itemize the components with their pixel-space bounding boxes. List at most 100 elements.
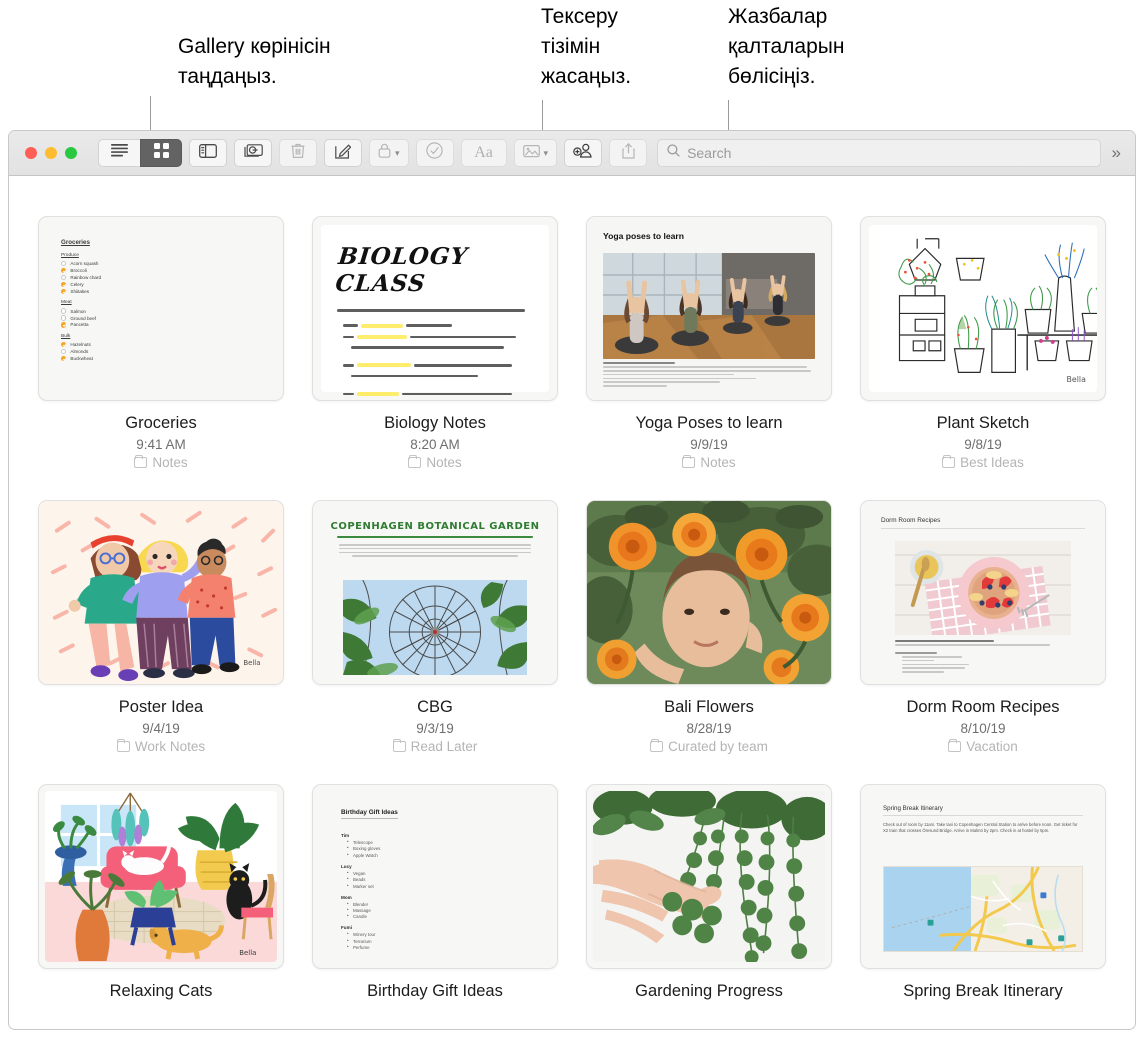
note-card[interactable]: Bella Plant Sketch 9/8/19 Best Ideas bbox=[851, 216, 1115, 470]
note-date: 8/28/19 bbox=[686, 721, 732, 736]
checkbox-icon bbox=[61, 308, 67, 314]
dorm-heading: Dorm Room Recipes bbox=[881, 517, 941, 524]
note-date: 9/8/19 bbox=[964, 437, 1002, 452]
note-title: Poster Idea bbox=[118, 698, 204, 716]
share-folder-button[interactable] bbox=[564, 139, 603, 167]
note-thumbnail-groceries[interactable]: Groceries Produce Acorn squash Broccoli … bbox=[38, 216, 284, 401]
delete-button[interactable] bbox=[279, 139, 317, 167]
itinerary-body: Check out of room by 11am. Take taxi to … bbox=[883, 822, 1078, 834]
svg-text:Bella: Bella bbox=[239, 949, 256, 957]
cbg-page: COPENHAGEN BOTANICAL GARDEN bbox=[313, 501, 557, 684]
gift-item: Telescope bbox=[347, 839, 557, 845]
lock-button[interactable]: ▾ bbox=[369, 139, 409, 167]
minimize-button[interactable] bbox=[45, 147, 57, 159]
dorm-page: Dorm Room Recipes bbox=[861, 501, 1105, 684]
checkbox-icon bbox=[61, 348, 67, 355]
note-title: Biology Notes bbox=[384, 414, 486, 432]
add-person-icon bbox=[573, 143, 593, 163]
note-card[interactable]: Gardening Progress bbox=[577, 784, 841, 1002]
view-mode-segmented-control bbox=[98, 139, 182, 167]
note-title: Yoga Poses to learn bbox=[635, 414, 783, 432]
checklist-item: Rainbow chard bbox=[61, 274, 283, 281]
note-thumbnail-spring-break[interactable]: Spring Break Itinerary Check out of room… bbox=[860, 784, 1106, 969]
note-folder: Read Later bbox=[392, 738, 477, 754]
media-button[interactable]: ▾ bbox=[513, 139, 558, 167]
note-thumbnail-plant-sketch[interactable]: Bella bbox=[860, 216, 1106, 401]
folder-icon bbox=[650, 738, 664, 752]
window-toolbar: ▾ Aa ▾ Search » bbox=[9, 131, 1135, 176]
checkbox-checked-icon bbox=[61, 281, 67, 288]
note-folder: Curated by team bbox=[650, 738, 768, 754]
note-thumbnail-yoga[interactable]: Yoga poses to learn bbox=[586, 216, 832, 401]
callout-text-checklist: Тексеру тізімін жасаңыз. bbox=[541, 5, 632, 88]
note-thumbnail-biology[interactable]: BIOLOGY CLASS bbox=[312, 216, 558, 401]
checkbox-icon bbox=[61, 274, 67, 281]
checkmark-circle-icon bbox=[426, 142, 443, 164]
note-card[interactable]: Yoga poses to learn Yoga Poses to learn … bbox=[577, 216, 841, 470]
attachment-browser-button[interactable] bbox=[234, 139, 272, 167]
note-meta: Birthday Gift Ideas bbox=[367, 981, 503, 1002]
note-card[interactable]: Groceries Produce Acorn squash Broccoli … bbox=[29, 216, 293, 470]
gallery-scroll-area[interactable]: Groceries Produce Acorn squash Broccoli … bbox=[9, 176, 1135, 1029]
note-thumbnail-poster[interactable]: Bella bbox=[38, 500, 284, 685]
note-date: 8:20 AM bbox=[410, 437, 460, 452]
format-button[interactable]: Aa bbox=[460, 139, 507, 167]
checkbox-checked-icon bbox=[61, 341, 67, 348]
note-meta: Relaxing Cats bbox=[110, 981, 213, 1002]
folder-icon bbox=[408, 454, 422, 468]
list-view-button[interactable] bbox=[98, 139, 140, 167]
notes-window: ▾ Aa ▾ Search » Groceries Produce Acorn … bbox=[8, 130, 1136, 1030]
birthday-heading: Birthday Gift Ideas bbox=[341, 809, 398, 819]
note-card[interactable]: Bali Flowers 8/28/19 Curated by team bbox=[577, 500, 841, 754]
checklist-section-label: Produce bbox=[61, 253, 79, 258]
compose-pencil-icon bbox=[335, 143, 352, 164]
note-card[interactable]: COPENHAGEN BOTANICAL GARDEN CBG 9/3/19 R… bbox=[303, 500, 567, 754]
note-title: Dorm Room Recipes bbox=[906, 698, 1060, 716]
gallery-view-button[interactable] bbox=[140, 139, 182, 167]
note-thumbnail-dorm-recipes[interactable]: Dorm Room Recipes bbox=[860, 500, 1106, 685]
checklist-item: Broccoli bbox=[61, 267, 283, 274]
note-card[interactable]: Birthday Gift Ideas Tim Telescope Boxing… bbox=[303, 784, 567, 1002]
checklist-item: Pancetta bbox=[61, 322, 283, 328]
note-thumbnail-gardening[interactable] bbox=[586, 784, 832, 969]
folder-icon bbox=[134, 454, 148, 468]
note-thumbnail-birthday-gifts[interactable]: Birthday Gift Ideas Tim Telescope Boxing… bbox=[312, 784, 558, 969]
folder-icon bbox=[682, 454, 696, 468]
biology-heading: BIOLOGY CLASS bbox=[334, 243, 470, 297]
note-thumbnail-cbg[interactable]: COPENHAGEN BOTANICAL GARDEN bbox=[312, 500, 558, 685]
note-date: 8/10/19 bbox=[960, 721, 1006, 736]
gift-item: Perfume bbox=[347, 944, 557, 950]
note-thumbnail-relaxing-cats[interactable]: Bella bbox=[38, 784, 284, 969]
share-button[interactable] bbox=[609, 139, 648, 167]
note-thumbnail-bali-flowers[interactable] bbox=[586, 500, 832, 685]
cbg-photo bbox=[343, 580, 527, 675]
note-card[interactable]: Bella Poster Idea 9/4/19 Work Notes bbox=[29, 500, 293, 754]
gift-item: Apple Watch bbox=[347, 852, 557, 858]
sidebar-toggle-button[interactable] bbox=[189, 139, 227, 167]
close-button[interactable] bbox=[25, 147, 37, 159]
toolbar-overflow-button[interactable]: » bbox=[1108, 143, 1125, 163]
notes-gallery-grid: Groceries Produce Acorn squash Broccoli … bbox=[29, 216, 1115, 1002]
checkbox-icon bbox=[61, 261, 67, 267]
compose-button[interactable] bbox=[324, 139, 362, 167]
share-export-icon bbox=[621, 142, 635, 164]
note-date: 9:41 AM bbox=[136, 437, 186, 452]
note-meta: Spring Break Itinerary bbox=[903, 981, 1063, 1002]
gift-item: Vegan bbox=[347, 870, 557, 876]
maximize-button[interactable] bbox=[65, 147, 77, 159]
note-title: Groceries bbox=[125, 414, 197, 432]
note-card[interactable]: Dorm Room Recipes Dorm Room Recipes 8/10… bbox=[851, 500, 1115, 754]
checklist-button[interactable] bbox=[415, 139, 454, 167]
note-card[interactable]: Spring Break Itinerary Check out of room… bbox=[851, 784, 1115, 1002]
photo-icon bbox=[522, 144, 540, 163]
groceries-checklist: Groceries Produce Acorn squash Broccoli … bbox=[39, 217, 283, 362]
note-folder: Notes bbox=[635, 454, 782, 470]
birthday-gift-list: Birthday Gift Ideas Tim Telescope Boxing… bbox=[313, 785, 557, 950]
note-meta: Biology Notes 8:20 AM Notes bbox=[384, 413, 486, 470]
note-title: Relaxing Cats bbox=[109, 982, 213, 1000]
search-field[interactable]: Search bbox=[657, 139, 1101, 167]
gift-group-name: Fumi bbox=[341, 925, 352, 931]
note-card[interactable]: BIOLOGY CLASS Biology Notes 8:20 AM Note… bbox=[303, 216, 567, 470]
note-card[interactable]: Bella Relaxing Cats bbox=[29, 784, 293, 1002]
note-folder: Notes bbox=[125, 454, 197, 470]
